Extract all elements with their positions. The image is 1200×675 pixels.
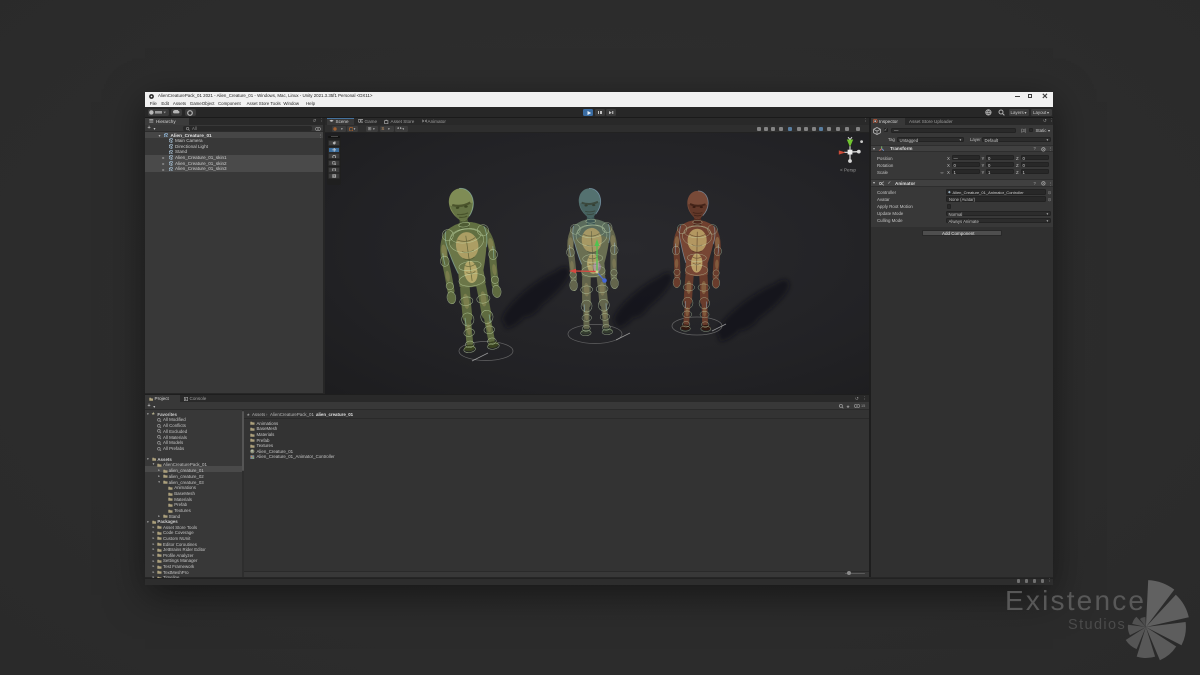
svg-text:< Persp: < Persp — [840, 168, 856, 173]
